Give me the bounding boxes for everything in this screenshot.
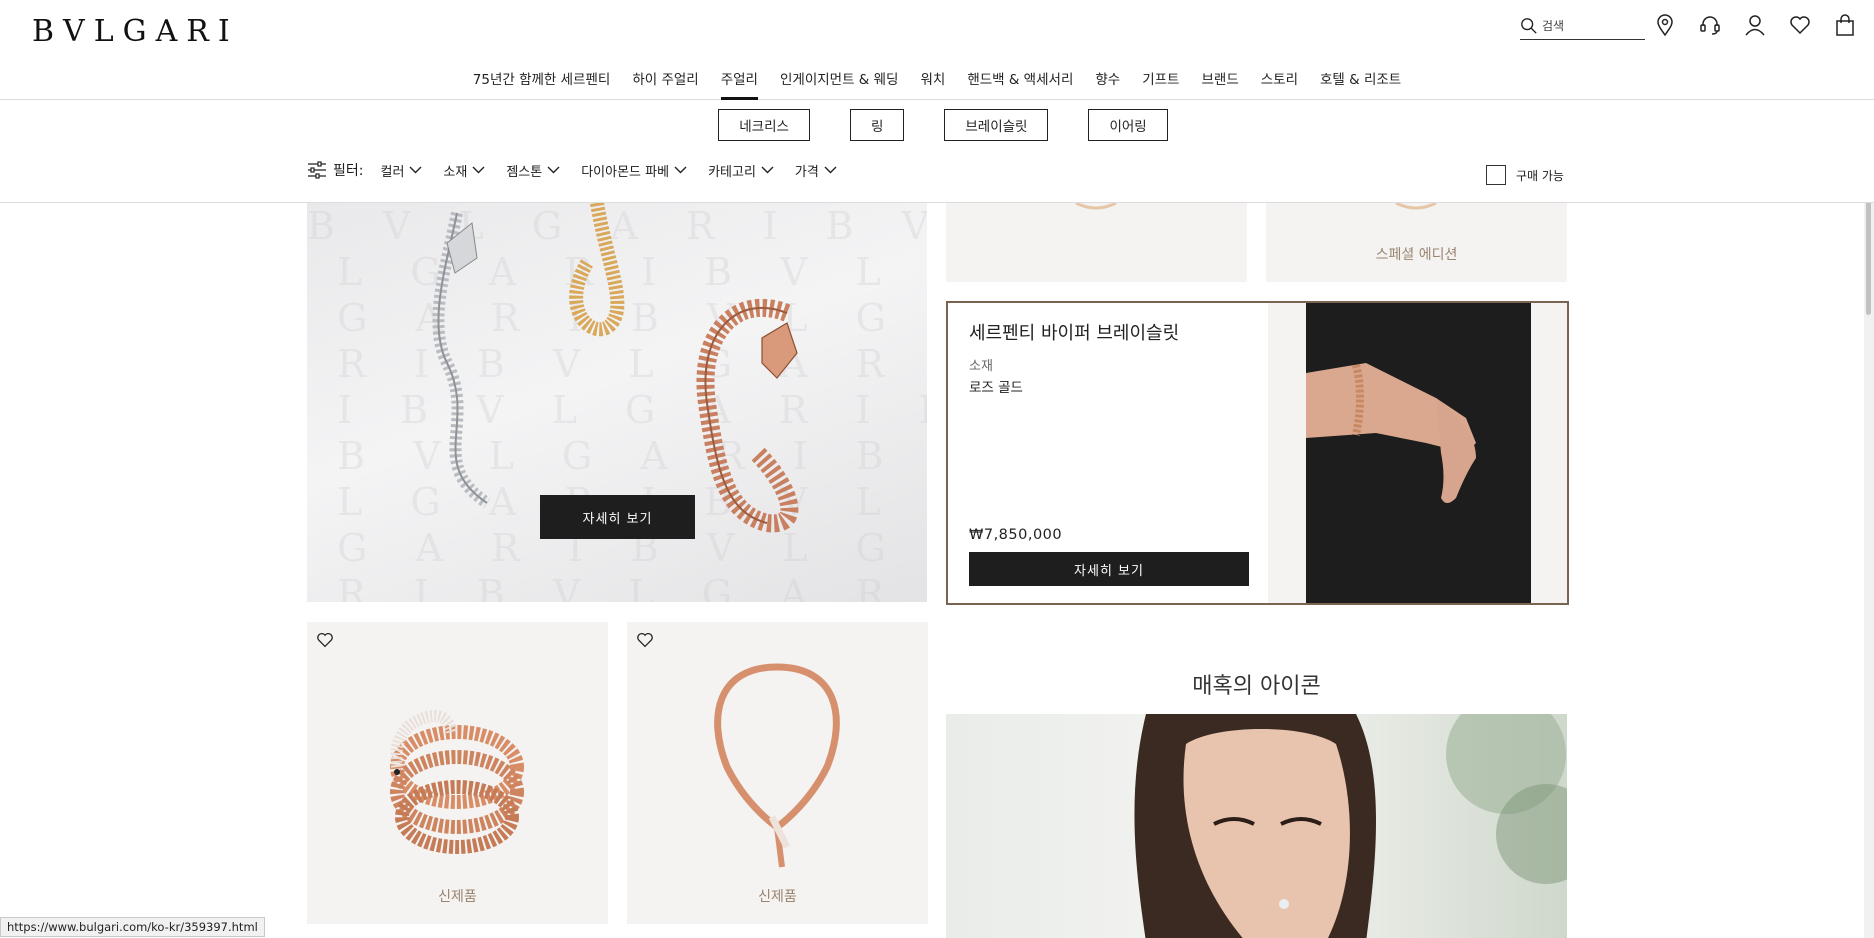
product-card-necklace[interactable]: 신제품 bbox=[627, 622, 928, 924]
product-card-ring[interactable]: 신제품 bbox=[307, 622, 608, 924]
nav-stories[interactable]: 스토리 bbox=[1250, 66, 1309, 100]
store-locator-icon[interactable] bbox=[1652, 12, 1677, 38]
material-label: 소재 bbox=[969, 359, 993, 374]
category-buttons: 네크리스 링 브레이슬릿 이어링 bbox=[0, 109, 1874, 141]
nav-fragrances[interactable]: 향수 bbox=[1084, 66, 1131, 100]
nav-bags-accessories[interactable]: 핸드백 & 액세서리 bbox=[956, 66, 1084, 100]
filter-label: 필터: bbox=[333, 163, 364, 179]
filter-category-label: 카테고리 bbox=[708, 164, 756, 180]
chevron-down-icon bbox=[761, 166, 774, 174]
material-value: 로즈 골드 bbox=[969, 380, 1023, 396]
customer-service-icon[interactable] bbox=[1697, 12, 1722, 38]
nav-brand[interactable]: 브랜드 bbox=[1190, 66, 1249, 100]
new-product-tag: 신제품 bbox=[438, 889, 477, 905]
search-icon[interactable] bbox=[1520, 17, 1538, 35]
hero-learn-more-button[interactable]: 자세히 보기 bbox=[540, 495, 695, 539]
category-bracelets-button[interactable]: 브레이슬릿 bbox=[944, 109, 1049, 141]
featured-product-card[interactable]: 세르펜티 바이퍼 브레이슬릿 소재 로즈 골드 ₩7,850,000 자세히 보… bbox=[946, 301, 1569, 605]
serpenti-hero-banner[interactable]: B V L G A R I B V L L G A R I B V L G A … bbox=[307, 203, 927, 602]
nav-hotels-resorts[interactable]: 호텔 & 리조트 bbox=[1309, 66, 1412, 100]
filter-diamond-pave-label: 다이아몬드 파베 bbox=[581, 164, 670, 180]
model-wearing-bracelet-image bbox=[1306, 303, 1531, 603]
nav-engagement-wedding[interactable]: 인게이지먼트 & 웨딩 bbox=[769, 66, 909, 100]
utility-icons bbox=[1652, 12, 1857, 38]
nav-serpenti-75[interactable]: 75년간 함께한 세르펜티 bbox=[462, 66, 622, 100]
page-scrollbar[interactable] bbox=[1864, 100, 1874, 938]
special-edition-tag: 스페셜 에디션 bbox=[1375, 247, 1458, 263]
chevron-down-icon bbox=[824, 166, 837, 174]
filter-material-dropdown[interactable]: 소재 bbox=[443, 161, 485, 180]
chevron-down-icon bbox=[472, 166, 485, 174]
jewel-image-partial bbox=[1395, 203, 1437, 210]
nav-gifts[interactable]: 기프트 bbox=[1131, 66, 1190, 100]
filter-price-dropdown[interactable]: 가격 bbox=[795, 161, 837, 180]
serpenti-ring-image bbox=[390, 710, 524, 854]
icon-campaign-section[interactable]: 매혹의 아이콘 bbox=[946, 622, 1567, 938]
account-icon[interactable] bbox=[1742, 12, 1767, 38]
filter-material-label: 소재 bbox=[443, 164, 468, 180]
filter-color-dropdown[interactable]: 컬러 bbox=[380, 161, 422, 180]
site-header: BVLGARI 75년간 함께한 세르펜티 하이 주얼리 주얼리 인게이지먼트 … bbox=[0, 0, 1874, 100]
filter-color-label: 컬러 bbox=[380, 164, 405, 180]
nav-high-jewelry[interactable]: 하이 주얼리 bbox=[621, 66, 709, 100]
wishlist-icon[interactable] bbox=[1787, 12, 1812, 38]
product-card-partial[interactable]: 스페셜 에디션 bbox=[1266, 203, 1567, 282]
filter-gemstone-label: 젬스톤 bbox=[506, 164, 543, 180]
product-card-partial[interactable] bbox=[946, 203, 1247, 282]
filter-diamond-pave-dropdown[interactable]: 다이아몬드 파베 bbox=[581, 161, 687, 180]
product-image-carousel[interactable] bbox=[1268, 303, 1567, 603]
category-necklaces-button[interactable]: 네크리스 bbox=[718, 109, 810, 141]
nav-jewelry[interactable]: 주얼리 bbox=[710, 66, 769, 100]
wishlist-heart-icon[interactable] bbox=[316, 632, 334, 652]
filter-category-dropdown[interactable]: 카테고리 bbox=[708, 161, 774, 180]
category-filter-bar: 네크리스 링 브레이슬릿 이어링 필터: 컬러 소재 젬스톤 다이아몬드 파베 … bbox=[0, 100, 1874, 203]
section-title: 매혹의 아이콘 bbox=[1192, 674, 1321, 699]
chevron-down-icon bbox=[674, 166, 687, 174]
serpenti-necklace-image bbox=[714, 663, 840, 868]
new-product-tag: 신제품 bbox=[758, 889, 797, 905]
filter-price-label: 가격 bbox=[794, 164, 819, 180]
available-label: 구매 가능 bbox=[1516, 168, 1564, 183]
nav-watches[interactable]: 워치 bbox=[909, 66, 956, 100]
available-to-buy-toggle[interactable]: 구매 가능 bbox=[1486, 165, 1564, 185]
wishlist-heart-icon[interactable] bbox=[636, 632, 654, 652]
product-price: ₩7,850,000 bbox=[969, 527, 1063, 543]
chevron-down-icon bbox=[547, 166, 560, 174]
browser-status-url: https://www.bulgari.com/ko-kr/359397.htm… bbox=[0, 917, 265, 937]
product-learn-more-button[interactable]: 자세히 보기 bbox=[969, 552, 1249, 586]
filter-sliders-icon[interactable] bbox=[307, 160, 327, 180]
product-title[interactable]: 세르펜티 바이퍼 브레이슬릿 bbox=[969, 319, 1179, 345]
chevron-down-icon bbox=[409, 166, 422, 174]
available-checkbox[interactable] bbox=[1486, 165, 1506, 185]
category-rings-button[interactable]: 링 bbox=[849, 109, 905, 141]
serpenti-bracelets-image bbox=[432, 203, 799, 533]
ring-image-partial bbox=[1075, 203, 1117, 210]
campaign-portrait-image bbox=[946, 714, 1567, 938]
filter-gemstone-dropdown[interactable]: 젬스톤 bbox=[506, 161, 560, 180]
product-grid: B V L G A R I B V L L G A R I B V L G A … bbox=[0, 203, 1864, 938]
search-box[interactable] bbox=[1520, 12, 1645, 40]
filter-row: 필터: 컬러 소재 젬스톤 다이아몬드 파베 카테고리 가격 bbox=[307, 160, 858, 180]
main-navigation: 75년간 함께한 세르펜티 하이 주얼리 주얼리 인게이지먼트 & 웨딩 워치 … bbox=[0, 66, 1874, 100]
shopping-bag-icon[interactable] bbox=[1832, 12, 1857, 38]
search-input[interactable] bbox=[1542, 18, 1642, 33]
category-earrings-button[interactable]: 이어링 bbox=[1088, 109, 1168, 141]
bvlgari-logo[interactable]: BVLGARI bbox=[32, 14, 239, 49]
